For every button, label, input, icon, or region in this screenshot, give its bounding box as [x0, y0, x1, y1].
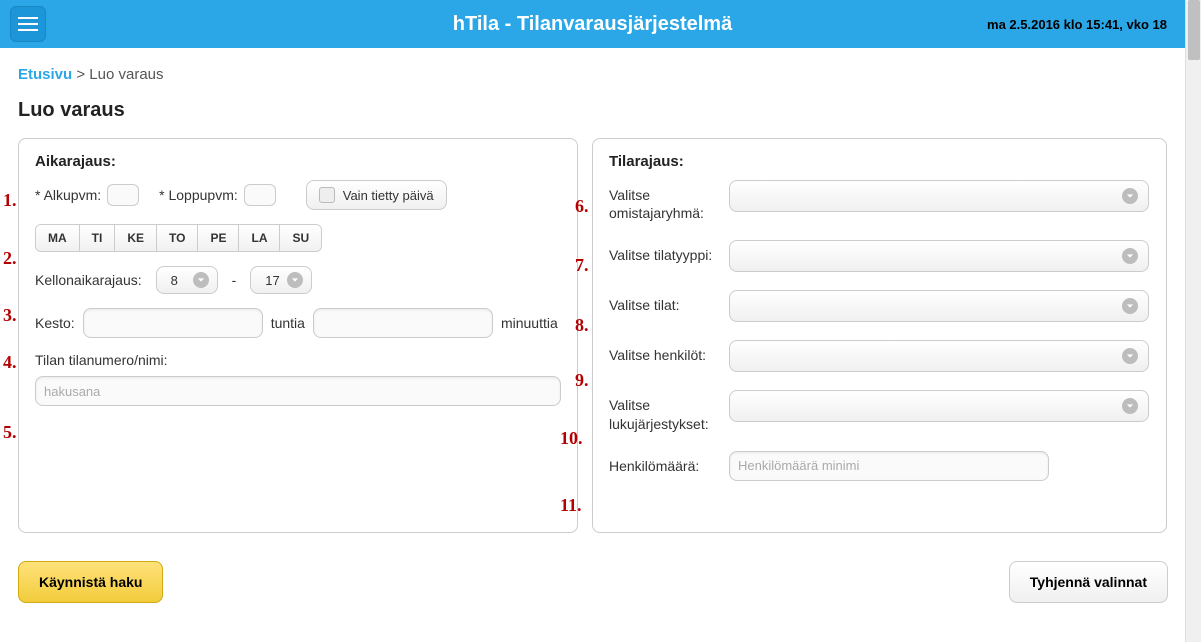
chevron-down-icon	[287, 272, 303, 288]
only-specific-day-toggle[interactable]: Vain tietty päivä	[306, 180, 447, 210]
annotation-8: 8.	[575, 315, 589, 336]
end-date-label: * Loppupvm:	[159, 187, 238, 203]
start-date-input[interactable]	[107, 184, 139, 206]
duration-hours-input[interactable]	[83, 308, 263, 338]
weekday-ma[interactable]: MA	[36, 225, 80, 251]
app-title: hTila - Tilanvarausjärjestelmä	[453, 13, 732, 36]
vertical-scrollbar[interactable]	[1185, 0, 1201, 642]
curricula-label: Valitse lukujärjestykset:	[609, 390, 729, 432]
room-filter-title: Tilarajaus:	[609, 153, 1150, 170]
weekday-pe[interactable]: PE	[198, 225, 239, 251]
panel-room-filter: Tilarajaus: Valitse omistajaryhmä: Valit…	[592, 138, 1167, 533]
header-datetime: ma 2.5.2016 klo 15:41, vko 18	[987, 17, 1167, 32]
duration-minutes-input[interactable]	[313, 308, 493, 338]
annotation-3: 3.	[3, 305, 17, 326]
weekday-ti[interactable]: TI	[80, 225, 116, 251]
page-title: Luo varaus	[18, 99, 1167, 122]
checkbox-icon	[319, 187, 335, 203]
room-search-label: Tilan tilanumero/nimi:	[35, 352, 168, 368]
rooms-label: Valitse tilat:	[609, 290, 729, 314]
weekday-su[interactable]: SU	[280, 225, 321, 251]
chevron-down-icon	[1122, 188, 1138, 204]
rooms-select[interactable]	[729, 290, 1149, 322]
end-date-input[interactable]	[244, 184, 276, 206]
chevron-down-icon	[1122, 398, 1138, 414]
annotation-4: 4.	[3, 352, 17, 373]
time-filter-title: Aikarajaus:	[35, 153, 561, 170]
hours-label: tuntia	[271, 315, 305, 331]
owner-group-label: Valitse omistajaryhmä:	[609, 180, 729, 222]
panel-time-filter: Aikarajaus: * Alkupvm: * Loppupvm: Vain …	[18, 138, 578, 533]
weekday-selector: MA TI KE TO PE LA SU	[35, 224, 322, 252]
persons-select[interactable]	[729, 340, 1149, 372]
annotation-10: 10.	[560, 428, 583, 449]
breadcrumb-current: Luo varaus	[89, 66, 163, 83]
weekday-la[interactable]: LA	[239, 225, 280, 251]
scrollbar-thumb[interactable]	[1188, 0, 1200, 60]
curricula-select[interactable]	[729, 390, 1149, 422]
breadcrumb-home[interactable]: Etusivu	[18, 66, 72, 83]
room-type-select[interactable]	[729, 240, 1149, 272]
annotation-6: 6.	[575, 196, 589, 217]
breadcrumb: Etusivu > Luo varaus	[18, 66, 1167, 83]
annotation-1: 1.	[3, 190, 17, 211]
room-search-input[interactable]	[35, 376, 561, 406]
app-header: hTila - Tilanvarausjärjestelmä ma 2.5.20…	[0, 0, 1185, 48]
person-count-label: Henkilömäärä:	[609, 451, 729, 475]
breadcrumb-sep: >	[76, 66, 85, 83]
start-search-button[interactable]: Käynnistä haku	[18, 561, 163, 603]
weekday-ke[interactable]: KE	[115, 225, 157, 251]
weekday-to[interactable]: TO	[157, 225, 198, 251]
minutes-label: minuuttia	[501, 315, 558, 331]
owner-group-select[interactable]	[729, 180, 1149, 212]
clear-selections-button[interactable]: Tyhjennä valinnat	[1009, 561, 1168, 603]
room-type-label: Valitse tilatyyppi:	[609, 240, 729, 264]
annotation-9: 9.	[575, 370, 589, 391]
duration-label: Kesto:	[35, 315, 75, 331]
time-from-select[interactable]: 8	[156, 266, 218, 294]
menu-button[interactable]	[10, 6, 46, 42]
time-from-value: 8	[171, 273, 178, 288]
person-count-input[interactable]	[729, 451, 1049, 481]
persons-label: Valitse henkilöt:	[609, 340, 729, 364]
time-to-value: 17	[265, 273, 279, 288]
annotation-11: 11.	[560, 495, 582, 516]
only-specific-day-label: Vain tietty päivä	[343, 188, 434, 203]
annotation-5: 5.	[3, 422, 17, 443]
start-date-label: * Alkupvm:	[35, 187, 101, 203]
time-dash: -	[232, 272, 237, 288]
chevron-down-icon	[1122, 248, 1138, 264]
chevron-down-icon	[1122, 348, 1138, 364]
chevron-down-icon	[193, 272, 209, 288]
chevron-down-icon	[1122, 298, 1138, 314]
time-range-label: Kellonaikarajaus:	[35, 272, 142, 288]
annotation-7: 7.	[575, 255, 589, 276]
time-to-select[interactable]: 17	[250, 266, 312, 294]
annotation-2: 2.	[3, 248, 17, 269]
